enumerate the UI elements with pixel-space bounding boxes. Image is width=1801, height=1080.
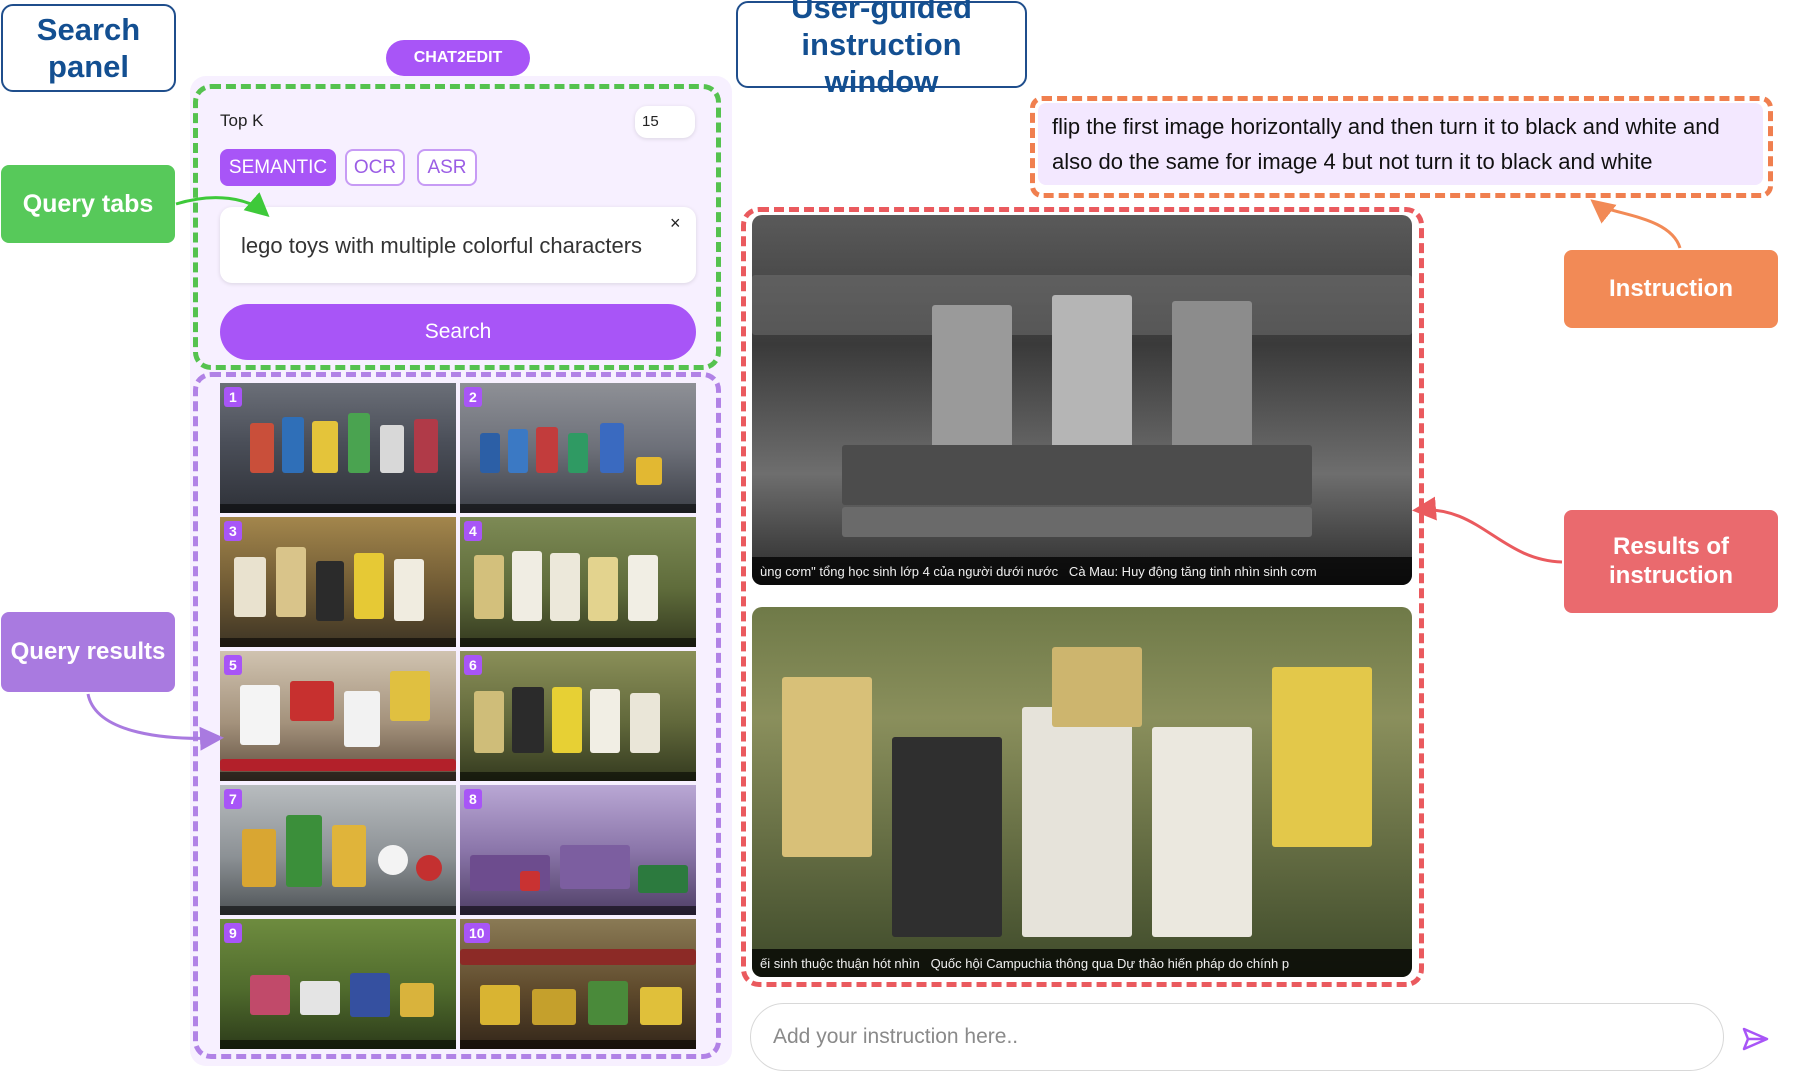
- instruction-arrow: [1590, 199, 1682, 249]
- query-results-arrow: [86, 693, 224, 751]
- annotation-arrows: [86, 192, 1682, 751]
- query-tabs-arrow: [175, 192, 270, 217]
- results-arrow: [1412, 496, 1563, 564]
